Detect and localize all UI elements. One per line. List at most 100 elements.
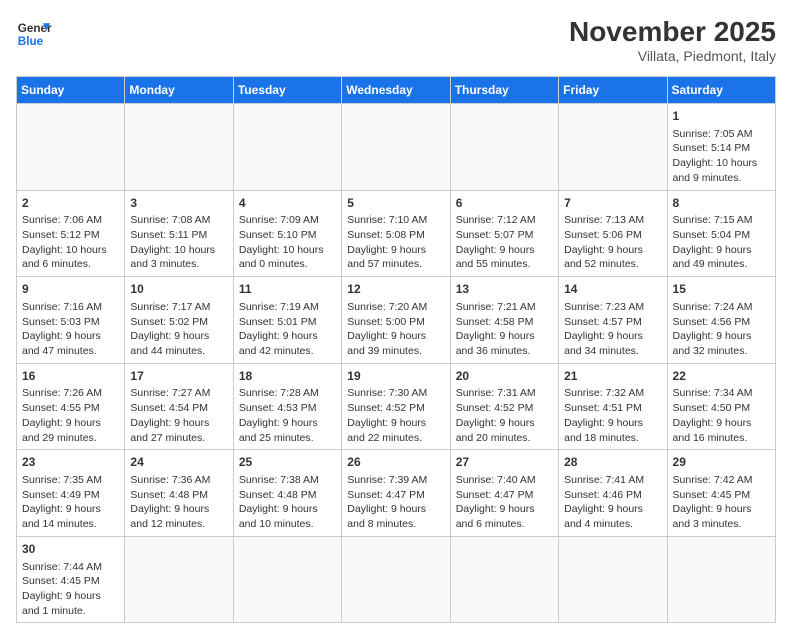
cell-text: Sunset: 4:47 PM xyxy=(347,489,425,501)
logo-icon: General Blue xyxy=(16,16,52,52)
logo: General Blue xyxy=(16,16,52,52)
cell-text: Daylight: 10 hours xyxy=(673,157,758,169)
calendar-cell: 2Sunrise: 7:06 AMSunset: 5:12 PMDaylight… xyxy=(17,190,125,277)
calendar-cell xyxy=(450,536,558,623)
cell-text: Sunset: 5:01 PM xyxy=(239,316,317,328)
cell-text: Sunset: 5:14 PM xyxy=(673,142,751,154)
cell-text: Daylight: 9 hours xyxy=(239,330,318,342)
week-row-1: 1Sunrise: 7:05 AMSunset: 5:14 PMDaylight… xyxy=(17,104,776,191)
calendar-cell: 30 Sunrise: 7:44 AM Sunset: 4:45 PM Dayligh… xyxy=(17,536,125,623)
cell-text: Daylight: 9 hours xyxy=(673,417,752,429)
calendar-cell: 23Sunrise: 7:35 AMSunset: 4:49 PMDayligh… xyxy=(17,450,125,537)
calendar-cell xyxy=(233,536,341,623)
cell-text: and 57 minutes. xyxy=(347,258,422,270)
calendar-cell: 14Sunrise: 7:23 AMSunset: 4:57 PMDayligh… xyxy=(559,277,667,364)
week-row-4: 16Sunrise: 7:26 AMSunset: 4:55 PMDayligh… xyxy=(17,363,776,450)
cell-text: Sunset: 4:47 PM xyxy=(456,489,534,501)
cell-text: Sunrise: 7:40 AM xyxy=(456,474,536,486)
day-number: 30 xyxy=(22,541,119,558)
calendar-cell xyxy=(125,104,233,191)
cell-text: and 14 minutes. xyxy=(22,518,97,530)
calendar-cell: 20Sunrise: 7:31 AMSunset: 4:52 PMDayligh… xyxy=(450,363,558,450)
week-row-6: 30 Sunrise: 7:44 AM Sunset: 4:45 PM Dayligh… xyxy=(17,536,776,623)
cell-text: Sunset: 5:00 PM xyxy=(347,316,425,328)
month-title: November 2025 xyxy=(569,16,776,48)
cell-text: Sunrise: 7:44 AM xyxy=(22,561,102,573)
cell-text: Daylight: 9 hours xyxy=(347,244,426,256)
cell-text: Sunrise: 7:36 AM xyxy=(130,474,210,486)
day-number: 9 xyxy=(22,281,119,298)
day-number: 7 xyxy=(564,195,661,212)
day-number: 17 xyxy=(130,368,227,385)
cell-text: and 42 minutes. xyxy=(239,345,314,357)
day-number: 16 xyxy=(22,368,119,385)
cell-text: Sunrise: 7:21 AM xyxy=(456,301,536,313)
cell-text: Daylight: 9 hours xyxy=(239,503,318,515)
cell-text: Daylight: 9 hours xyxy=(22,503,101,515)
calendar-cell: 17Sunrise: 7:27 AMSunset: 4:54 PMDayligh… xyxy=(125,363,233,450)
cell-text: Sunset: 4:49 PM xyxy=(22,489,100,501)
cell-text: Daylight: 10 hours xyxy=(22,244,107,256)
day-number: 22 xyxy=(673,368,770,385)
cell-text: Sunrise: 7:27 AM xyxy=(130,387,210,399)
cell-text: Sunrise: 7:09 AM xyxy=(239,214,319,226)
cell-text: Sunset: 4:48 PM xyxy=(239,489,317,501)
cell-text: Sunset: 5:02 PM xyxy=(130,316,208,328)
cell-text: Sunset: 4:48 PM xyxy=(130,489,208,501)
day-number: 12 xyxy=(347,281,444,298)
cell-text: Daylight: 9 hours xyxy=(22,590,101,602)
day-number: 27 xyxy=(456,454,553,471)
calendar-cell xyxy=(233,104,341,191)
day-number: 14 xyxy=(564,281,661,298)
cell-text: and 39 minutes. xyxy=(347,345,422,357)
calendar-cell xyxy=(559,536,667,623)
cell-text: and 6 minutes. xyxy=(456,518,525,530)
cell-text: Daylight: 9 hours xyxy=(673,330,752,342)
day-number: 24 xyxy=(130,454,227,471)
calendar-cell xyxy=(342,104,450,191)
calendar-cell: 15Sunrise: 7:24 AMSunset: 4:56 PMDayligh… xyxy=(667,277,775,364)
calendar-cell xyxy=(17,104,125,191)
cell-text: Daylight: 9 hours xyxy=(130,503,209,515)
cell-text: and 3 minutes. xyxy=(673,518,742,530)
day-header-saturday: Saturday xyxy=(667,77,775,104)
calendar-cell: 12Sunrise: 7:20 AMSunset: 5:00 PMDayligh… xyxy=(342,277,450,364)
calendar-cell: 1Sunrise: 7:05 AMSunset: 5:14 PMDaylight… xyxy=(667,104,775,191)
cell-text: Sunset: 4:45 PM xyxy=(22,575,100,587)
cell-text: Sunrise: 7:06 AM xyxy=(22,214,102,226)
cell-text: and 36 minutes. xyxy=(456,345,531,357)
calendar-cell: 8Sunrise: 7:15 AMSunset: 5:04 PMDaylight… xyxy=(667,190,775,277)
cell-text: Sunset: 4:55 PM xyxy=(22,402,100,414)
calendar-cell: 6Sunrise: 7:12 AMSunset: 5:07 PMDaylight… xyxy=(450,190,558,277)
day-number: 29 xyxy=(673,454,770,471)
page-header: General Blue November 2025 Villata, Pied… xyxy=(16,16,776,64)
cell-text: Sunset: 5:07 PM xyxy=(456,229,534,241)
cell-text: Daylight: 9 hours xyxy=(456,330,535,342)
cell-text: and 49 minutes. xyxy=(673,258,748,270)
calendar-cell: 13Sunrise: 7:21 AMSunset: 4:58 PMDayligh… xyxy=(450,277,558,364)
calendar-cell: 7Sunrise: 7:13 AMSunset: 5:06 PMDaylight… xyxy=(559,190,667,277)
cell-text: Sunset: 4:50 PM xyxy=(673,402,751,414)
cell-text: Sunset: 4:54 PM xyxy=(130,402,208,414)
cell-text: and 29 minutes. xyxy=(22,432,97,444)
calendar-cell: 29Sunrise: 7:42 AMSunset: 4:45 PMDayligh… xyxy=(667,450,775,537)
cell-text: Sunset: 4:53 PM xyxy=(239,402,317,414)
cell-text: Sunrise: 7:15 AM xyxy=(673,214,753,226)
cell-text: Sunset: 4:46 PM xyxy=(564,489,642,501)
cell-text: Sunrise: 7:23 AM xyxy=(564,301,644,313)
cell-text: Sunset: 5:11 PM xyxy=(130,229,207,241)
cell-text: Sunset: 5:10 PM xyxy=(239,229,317,241)
cell-text: Sunrise: 7:08 AM xyxy=(130,214,210,226)
day-number: 6 xyxy=(456,195,553,212)
week-row-5: 23Sunrise: 7:35 AMSunset: 4:49 PMDayligh… xyxy=(17,450,776,537)
calendar-cell xyxy=(450,104,558,191)
day-number: 20 xyxy=(456,368,553,385)
cell-text: and 47 minutes. xyxy=(22,345,97,357)
cell-text: Sunrise: 7:10 AM xyxy=(347,214,427,226)
cell-text: Daylight: 9 hours xyxy=(456,417,535,429)
cell-text: and 25 minutes. xyxy=(239,432,314,444)
calendar-cell: 21Sunrise: 7:32 AMSunset: 4:51 PMDayligh… xyxy=(559,363,667,450)
cell-text: Sunset: 5:04 PM xyxy=(673,229,751,241)
day-number: 8 xyxy=(673,195,770,212)
cell-text: Daylight: 9 hours xyxy=(347,330,426,342)
